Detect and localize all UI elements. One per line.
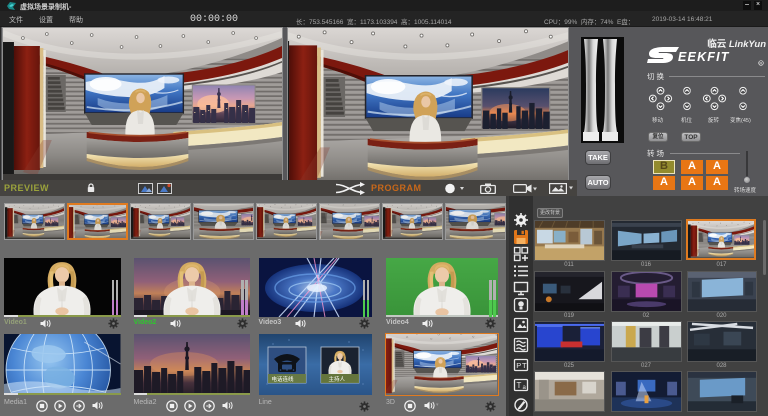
- svg-text:T: T: [517, 381, 522, 390]
- svg-text:P: P: [516, 361, 521, 370]
- svg-text:T: T: [522, 361, 527, 370]
- svg-text:EEKFIT: EEKFIT: [678, 50, 730, 64]
- svg-text:R: R: [760, 62, 763, 66]
